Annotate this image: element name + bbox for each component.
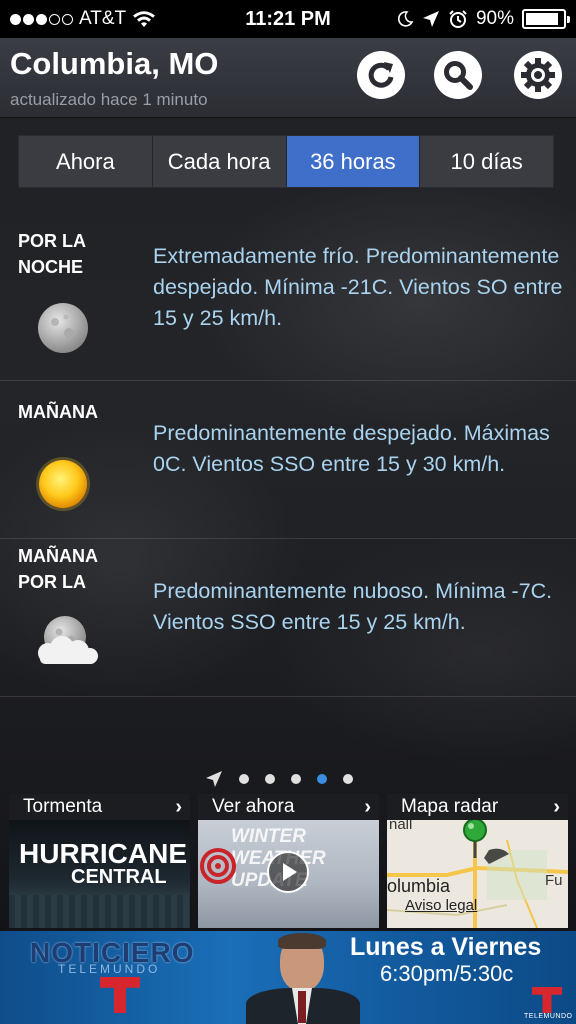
- location-arrow-icon: [422, 11, 439, 27]
- anchor-photo: [238, 933, 368, 1024]
- gear-icon: [521, 58, 555, 92]
- radar-map-thumbnail: nall olumbia Aviso legal Fu: [387, 820, 568, 928]
- tab-ahora[interactable]: Ahora: [19, 136, 153, 187]
- forecast-row-tomorrow-night[interactable]: MAÑANA POR LA Predominantemente nuboso. …: [0, 539, 576, 697]
- map-label-top: nall: [389, 820, 413, 833]
- location-arrow-icon: [206, 771, 222, 787]
- ad-sub-brand: TELEMUNDO: [58, 962, 161, 976]
- tile-header: Mapa radar ›: [387, 794, 568, 820]
- map-pin-icon: [463, 820, 509, 864]
- page-dot-active: [317, 774, 327, 784]
- map-legal-link[interactable]: Aviso legal: [405, 897, 477, 914]
- settings-button[interactable]: [514, 51, 562, 99]
- tile-image-line2: CENTRAL: [71, 866, 167, 888]
- chevron-right-icon: ›: [364, 796, 371, 818]
- forecast-row-tomorrow[interactable]: MAÑANA Predominantemente despejado. Máxi…: [0, 381, 576, 539]
- wifi-icon: [133, 11, 156, 27]
- sun-icon: [36, 457, 90, 511]
- refresh-button[interactable]: [357, 51, 405, 99]
- refresh-icon: [368, 62, 394, 88]
- carrier-label: AT&T: [79, 8, 127, 29]
- radar-target-icon: [200, 848, 236, 884]
- play-icon: [283, 863, 297, 881]
- tab-10-dias[interactable]: 10 días: [420, 136, 553, 187]
- hurricane-central-image: HURRICANE CENTRAL: [9, 820, 190, 928]
- tab-36-horas[interactable]: 36 horas: [286, 136, 421, 187]
- page-dot: [239, 774, 249, 784]
- period-label: MAÑANA: [18, 402, 98, 422]
- moon-cloud-icon: [38, 616, 98, 664]
- page-indicator[interactable]: [205, 770, 353, 788]
- forecast-row-tonight[interactable]: POR LA NOCHE Extremadamente frío. Predom…: [0, 210, 576, 381]
- tab-cada-hora[interactable]: Cada hora: [152, 136, 287, 187]
- ad-days: Lunes a Viernes: [350, 933, 542, 961]
- tile-image-line1: WINTER: [231, 826, 306, 847]
- telemundo-logo-right: [532, 987, 562, 1013]
- period-label: POR LA NOCHE: [18, 231, 86, 277]
- ad-banner[interactable]: NOTICIERO TELEMUNDO T Lunes a Viernes 6:…: [0, 931, 576, 1024]
- do-not-disturb-icon: [397, 11, 414, 27]
- forecast-tabs: Ahora Cada hora 36 horas 10 días: [18, 135, 554, 188]
- ad-times: 6:30pm/5:30c: [380, 961, 514, 986]
- tile-header: Tormenta ›: [9, 794, 190, 820]
- app-header: Columbia, MO actualizado hace 1 minuto: [0, 38, 576, 118]
- forecast-text: Predominantemente despejado. Máximas 0C.…: [153, 421, 550, 476]
- chevron-right-icon: ›: [175, 796, 182, 818]
- tile-title: Ver ahora: [212, 796, 295, 817]
- tile-tormenta[interactable]: Tormenta › HURRICANE CENTRAL: [9, 794, 190, 928]
- updated-label: actualizado hace 1 minuto: [10, 90, 208, 109]
- map-label-right: Fu: [545, 872, 563, 889]
- status-bar: AT&T 11:21 PM 90%: [0, 0, 576, 38]
- battery-percent: 90%: [475, 8, 514, 29]
- play-button[interactable]: [267, 851, 309, 893]
- tile-image-texture: [9, 895, 190, 928]
- tile-title: Tormenta: [23, 796, 103, 817]
- battery-icon: [522, 9, 570, 29]
- ad-logo-text: TELEMUNDO: [524, 1013, 573, 1020]
- tile-header: Ver ahora ›: [198, 794, 379, 820]
- forecast-text: Predominantemente nuboso. Mínima -7C. Vi…: [153, 579, 553, 634]
- winter-weather-video-thumbnail: WINTER WEATHER UPDATE: [198, 820, 379, 928]
- tile-mapa-radar[interactable]: Mapa radar › nall olumbia Aviso legal Fu: [387, 794, 568, 928]
- map-city-label: olumbia: [387, 876, 451, 896]
- search-button[interactable]: [434, 51, 482, 99]
- moon-icon: [38, 303, 88, 353]
- page-dot: [291, 774, 301, 784]
- page-dot: [265, 774, 275, 784]
- forecast-text: Extremadamente frío. Predominantemente d…: [153, 244, 563, 330]
- tile-ver-ahora[interactable]: Ver ahora › WINTER WEATHER UPDATE: [198, 794, 379, 928]
- search-icon: [444, 61, 473, 90]
- telemundo-logo-left: T: [100, 977, 140, 1013]
- chevron-right-icon: ›: [553, 796, 560, 818]
- period-label: MAÑANA POR LA: [18, 546, 98, 592]
- signal-strength-icon: [10, 13, 73, 25]
- alarm-icon: [449, 10, 467, 28]
- page-dot: [343, 774, 353, 784]
- tile-title: Mapa radar: [401, 796, 499, 817]
- city-title: Columbia, MO: [10, 46, 219, 81]
